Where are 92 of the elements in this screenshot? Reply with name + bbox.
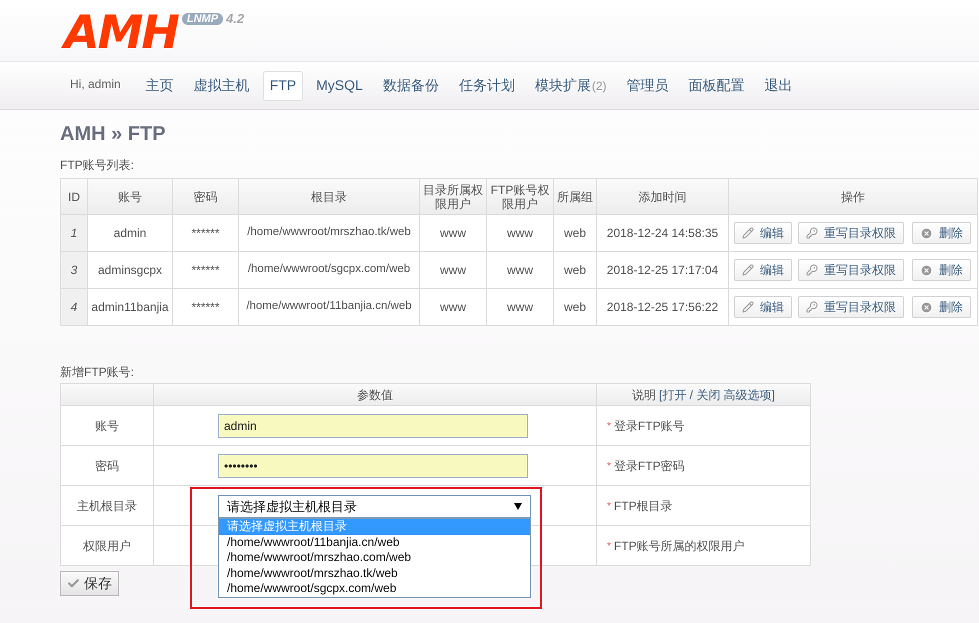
field-label: 账号	[60, 406, 154, 446]
save-button[interactable]: 保存	[60, 571, 119, 596]
greeting: Hi, admin	[70, 76, 121, 92]
nav-tab[interactable]: MySQL	[309, 70, 370, 100]
nav-tab[interactable]: 管理员	[620, 70, 676, 100]
dropdown-option[interactable]: /home/wwwroot/11banjia.cn/web	[219, 534, 530, 550]
nav-tab[interactable]: 主页	[138, 70, 181, 100]
column-header: FTP账号权限用户	[486, 178, 554, 214]
close-circle-icon	[920, 264, 933, 276]
nav-tab[interactable]: 面板配置	[682, 70, 752, 100]
field-description: FTP根目录	[614, 498, 673, 516]
pencil-icon	[742, 301, 754, 313]
column-header: 所属组	[554, 178, 596, 214]
field-label: 权限用户	[60, 526, 154, 566]
page-title: AMH » FTP	[60, 122, 167, 146]
field-description: 登录FTP账号	[614, 418, 685, 436]
table-cell: web	[554, 214, 596, 252]
action-button[interactable]: 编辑	[734, 259, 792, 281]
logo-version: 4.2	[226, 12, 244, 25]
required-mark: *	[607, 500, 611, 514]
nav-tab[interactable]: 任务计划	[452, 70, 522, 100]
close-circle-icon	[920, 226, 933, 240]
column-header: 密码	[172, 178, 238, 214]
nav-tab[interactable]: 虚拟主机	[186, 70, 257, 100]
required-mark: *	[607, 420, 611, 434]
dropdown-arrow-icon	[514, 503, 522, 510]
dropdown-option[interactable]: /home/wwwroot/mrszhao.tk/web	[219, 566, 530, 581]
key-icon	[806, 301, 818, 313]
logo-badge: LNMP	[182, 13, 224, 25]
field-label: 主机根目录	[60, 486, 154, 526]
table-cell: www	[486, 252, 554, 288]
table-cell: www	[420, 214, 486, 252]
column-header: ID	[60, 178, 88, 214]
check-icon	[67, 577, 80, 590]
action-button[interactable]: 编辑	[734, 222, 792, 244]
table-cell: /home/wwwroot/sgcpx.com/web	[238, 252, 420, 288]
table-cell: web	[554, 288, 596, 326]
nav-tab[interactable]: FTP	[262, 70, 304, 100]
action-button[interactable]: 删除	[912, 222, 971, 244]
table-cell: ******	[172, 214, 238, 252]
column-header: 账号	[88, 178, 172, 214]
id-cell: 1	[60, 214, 88, 252]
table-cell: 2018-12-24 14:58:35	[596, 214, 728, 252]
key-icon	[806, 227, 818, 239]
field-label: 密码	[60, 446, 154, 486]
table-cell: ******	[172, 288, 238, 326]
dropdown-option[interactable]: /home/wwwroot/sgcpx.com/web	[219, 581, 530, 596]
nav-tab[interactable]: 模块扩展(2)	[528, 70, 614, 100]
table-cell: www	[486, 214, 554, 252]
column-header: 操作	[728, 178, 978, 214]
select-field[interactable]: 请选择虚拟主机根目录	[218, 495, 531, 518]
action-button[interactable]: 重写目录权限	[798, 222, 904, 244]
column-header: 说明	[632, 386, 656, 404]
column-header: 根目录	[238, 178, 420, 214]
pencil-icon	[742, 227, 754, 239]
id-cell: 3	[60, 252, 88, 288]
field-description: 登录FTP密码	[614, 458, 685, 476]
column-header: 目录所属权限用户	[420, 178, 486, 214]
table-caption: FTP账号列表:	[60, 158, 135, 172]
action-button[interactable]: 编辑	[734, 296, 792, 318]
table-cell: admin	[88, 214, 172, 252]
required-mark: *	[607, 540, 611, 554]
key-icon	[806, 264, 818, 276]
form-caption: 新增FTP账号:	[60, 365, 135, 379]
advanced-options-link[interactable]: [打开 / 关闭 高级选项]	[658, 386, 775, 404]
close-circle-icon	[920, 300, 933, 314]
column-header: 参数值	[154, 384, 596, 406]
action-button[interactable]: 重写目录权限	[798, 296, 904, 318]
table-cell: 2018-12-25 17:56:22	[596, 288, 728, 326]
table-cell: ******	[172, 252, 238, 288]
table-cell: www	[420, 288, 486, 326]
column-header: 添加时间	[596, 178, 728, 214]
action-button[interactable]: 重写目录权限	[798, 259, 904, 281]
table-cell: /home/wwwroot/11banjia.cn/web	[238, 288, 420, 326]
id-cell: 4	[60, 288, 88, 326]
action-button[interactable]: 删除	[912, 259, 971, 281]
table-cell: /home/wwwroot/mrszhao.tk/web	[238, 214, 420, 252]
input-field[interactable]: admin	[218, 414, 528, 438]
table-cell: www	[486, 288, 554, 326]
table-cell: 2018-12-25 17:17:04	[596, 252, 728, 288]
table-cell: web	[554, 252, 596, 288]
nav-tab[interactable]: 数据备份	[376, 70, 446, 100]
password-field[interactable]: ••••••••	[218, 454, 528, 478]
table-cell: adminsgcpx	[88, 252, 172, 288]
action-button[interactable]: 删除	[912, 296, 971, 318]
table-cell: www	[420, 252, 486, 288]
pencil-icon	[742, 264, 754, 276]
table-cell: admin11banjia	[88, 288, 172, 326]
required-mark: *	[607, 460, 611, 474]
field-description: FTP账号所属的权限用户	[614, 538, 745, 556]
nav-tab[interactable]: 退出	[758, 70, 800, 100]
dropdown-option[interactable]: /home/wwwroot/mrszhao.com/web	[219, 550, 530, 566]
